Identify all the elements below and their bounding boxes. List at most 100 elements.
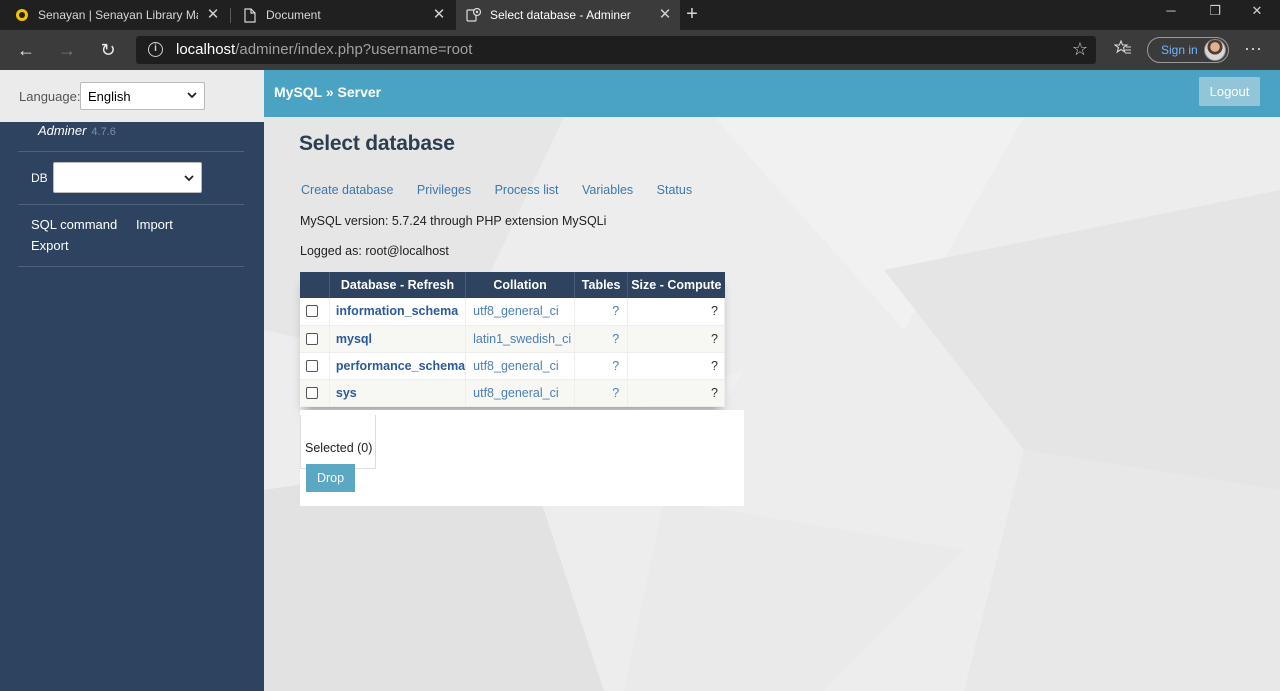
back-arrow-icon[interactable]: ← — [12, 36, 40, 64]
tab-document[interactable]: Document ✕ — [232, 0, 454, 30]
table-row: sys utf8_general_ci ? ? — [300, 379, 725, 407]
adminer-favicon-icon — [466, 7, 482, 23]
browser-toolbar: ← → ↻ i localhost/adminer/index.php?user… — [0, 30, 1280, 70]
database-table: Database - Refresh Collation Tables Size… — [300, 272, 725, 407]
size-value: ? — [627, 298, 725, 326]
database-name-link[interactable]: mysql — [329, 325, 467, 353]
info-icon[interactable]: i — [148, 42, 163, 57]
table-row: information_schema utf8_general_ci ? ? — [300, 298, 725, 326]
new-tab-icon[interactable]: + — [680, 3, 704, 27]
table-row: performance_schema utf8_general_ci ? ? — [300, 352, 725, 380]
logged-as-text: Logged as: root@localhost — [300, 244, 449, 258]
size-value: ? — [627, 325, 725, 353]
row-checkbox[interactable] — [306, 359, 318, 372]
more-options-icon[interactable]: ··· — [1244, 38, 1262, 59]
database-name-link[interactable]: information_schema — [329, 298, 467, 326]
divider — [18, 266, 244, 267]
tab-title: Select database - Adminer — [490, 8, 631, 22]
header-bar: MySQL » Server Logout — [264, 70, 1280, 117]
tables-value[interactable]: ? — [574, 298, 629, 326]
process-list-link[interactable]: Process list — [495, 183, 559, 197]
row-checkbox[interactable] — [306, 305, 318, 318]
size-value: ? — [627, 379, 725, 407]
divider — [18, 204, 244, 205]
tab-adminer[interactable]: Select database - Adminer ✕ — [456, 0, 680, 30]
page-title: Select database — [299, 132, 455, 155]
privileges-link[interactable]: Privileges — [417, 183, 471, 197]
app-version: 4.7.6 — [91, 126, 116, 138]
variables-link[interactable]: Variables — [582, 183, 633, 197]
chevron-down-icon — [187, 92, 197, 99]
select-all-header — [300, 272, 330, 298]
refresh-icon[interactable]: ↻ — [94, 36, 122, 64]
adminer-page: Language: English Adminer 4.7.6 DB SQL co… — [0, 70, 1280, 691]
db-label: DB — [31, 171, 48, 185]
column-header-collation: Collation — [465, 272, 575, 298]
forward-arrow-icon[interactable]: → — [53, 36, 81, 64]
collation-value: utf8_general_ci — [465, 352, 575, 380]
tables-value[interactable]: ? — [574, 379, 629, 407]
database-name-link[interactable]: sys — [329, 379, 467, 407]
tables-value[interactable]: ? — [574, 325, 629, 353]
favorites-list-icon[interactable] — [1113, 39, 1132, 61]
action-links: Create database Privileges Process list … — [301, 183, 712, 197]
drop-button[interactable]: Drop — [306, 464, 355, 492]
table-row: mysql latin1_swedish_ci ? ? — [300, 325, 725, 353]
language-bar: Language: English — [0, 70, 264, 122]
db-select[interactable] — [53, 162, 202, 193]
breadcrumb[interactable]: MySQL » Server — [274, 84, 381, 100]
document-icon — [242, 7, 258, 23]
favorite-star-icon[interactable]: ☆ — [1072, 39, 1088, 60]
url-text[interactable]: localhost/adminer/index.php?username=roo… — [176, 41, 472, 58]
column-header-size[interactable]: Size - Compute — [627, 272, 725, 298]
window-close-icon[interactable]: ✕ — [1238, 0, 1276, 28]
column-header-tables: Tables — [574, 272, 629, 298]
language-value: English — [88, 89, 131, 104]
row-checkbox-cell — [300, 352, 330, 380]
url-host: localhost — [176, 41, 236, 58]
close-icon[interactable]: ✕ — [204, 6, 222, 24]
collation-value: utf8_general_ci — [465, 379, 575, 407]
row-checkbox-cell — [300, 325, 330, 353]
tab-title: Senayan | Senayan Library Mana — [38, 8, 198, 22]
language-label: Language: — [19, 89, 81, 104]
row-checkbox[interactable] — [306, 332, 318, 345]
mysql-version-text: MySQL version: 5.7.24 through PHP extens… — [300, 214, 607, 228]
chevron-down-icon — [184, 175, 194, 182]
language-select[interactable]: English — [80, 82, 205, 110]
sql-command-link[interactable]: SQL command — [31, 217, 117, 232]
collation-value: utf8_general_ci — [465, 298, 575, 326]
avatar — [1204, 39, 1226, 61]
database-name-link[interactable]: performance_schema — [329, 352, 467, 380]
logout-button[interactable]: Logout — [1199, 77, 1260, 106]
close-icon[interactable]: ✕ — [430, 6, 448, 24]
create-database-link[interactable]: Create database — [301, 183, 393, 197]
row-checkbox[interactable] — [306, 386, 318, 399]
export-link[interactable]: Export — [31, 238, 69, 253]
size-value: ? — [627, 352, 725, 380]
row-checkbox-cell — [300, 379, 330, 407]
url-path: /adminer/index.php?username=root — [235, 41, 473, 58]
import-link[interactable]: Import — [136, 217, 173, 232]
address-bar[interactable]: i localhost/adminer/index.php?username=r… — [136, 36, 1096, 64]
close-icon[interactable]: ✕ — [656, 6, 674, 24]
selected-count-label: Selected (0) — [305, 441, 373, 455]
adminer-logo-link[interactable]: Adminer 4.7.6 — [38, 123, 116, 138]
sidebar: Language: English Adminer 4.7.6 DB SQL co… — [0, 70, 264, 691]
tab-title: Document — [266, 8, 321, 22]
tables-value[interactable]: ? — [574, 352, 629, 380]
table-header-row: Database - Refresh Collation Tables Size… — [300, 272, 725, 298]
app-name: Adminer — [38, 123, 87, 138]
selected-actions-panel: Selected (0) Drop — [300, 410, 744, 506]
column-header-database[interactable]: Database - Refresh — [329, 272, 467, 298]
minimize-icon[interactable]: ─ — [1152, 0, 1190, 28]
sign-in-button[interactable]: Sign in — [1147, 37, 1229, 63]
collation-value: latin1_swedish_ci — [465, 325, 575, 353]
main-content: MySQL » Server Logout Select database Cr… — [264, 70, 1280, 691]
senayan-favicon-icon — [14, 7, 30, 23]
sign-in-label: Sign in — [1161, 43, 1198, 57]
restore-icon[interactable]: ❐ — [1196, 0, 1234, 28]
status-link[interactable]: Status — [657, 183, 692, 197]
tab-senayan[interactable]: Senayan | Senayan Library Mana ✕ — [0, 0, 228, 30]
tab-separator — [230, 8, 231, 23]
